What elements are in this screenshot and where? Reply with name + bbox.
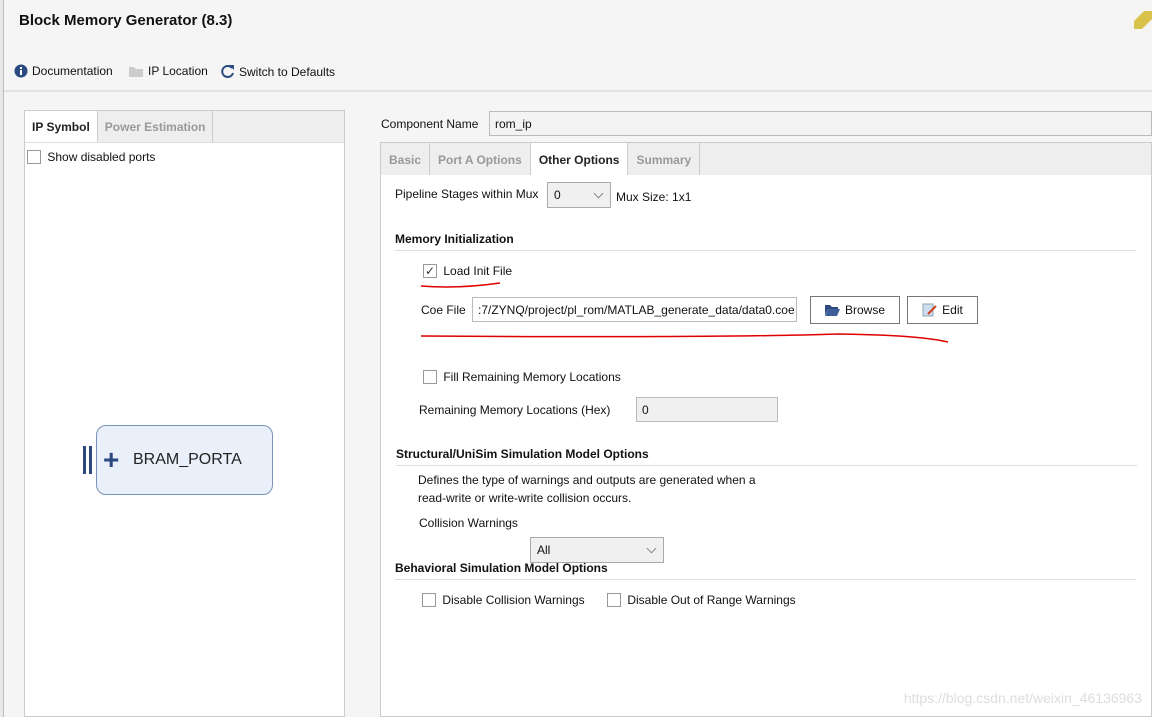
folder-icon — [129, 67, 143, 77]
switch-defaults-label: Switch to Defaults — [239, 64, 336, 79]
checkbox[interactable] — [607, 592, 621, 607]
xilinx-logo-icon — [1134, 11, 1152, 29]
window-title: Block Memory Generator (8.3) — [19, 12, 233, 29]
remaining-label: Remaining Memory Locations (Hex) — [419, 403, 611, 417]
behavioral-heading: Behavioral Simulation Model Options — [395, 561, 1136, 580]
info-icon — [14, 64, 28, 78]
checkbox[interactable] — [422, 592, 436, 607]
coe-file-input[interactable]: :7/ZYNQ/project/pl_rom/MATLAB_generate_d… — [472, 297, 797, 322]
ip-symbol-panel: IP Symbol Power Estimation Show disabled… — [24, 110, 345, 717]
background-window-edge — [0, 0, 4, 717]
component-name-label: Component Name — [381, 117, 479, 131]
edit-icon — [922, 303, 937, 317]
tab-basic[interactable]: Basic — [381, 143, 431, 175]
options-panel: Basic Port A Options Other Options Summa… — [380, 142, 1152, 717]
coe-file-label: Coe File — [421, 303, 466, 317]
tab-ip-symbol[interactable]: IP Symbol — [25, 111, 98, 142]
checkbox[interactable] — [423, 369, 437, 384]
tab-other-options[interactable]: Other Options — [530, 143, 629, 175]
documentation-button[interactable]: Documentation — [14, 64, 113, 78]
load-init-label: Load Init File — [443, 263, 513, 278]
ip-location-button[interactable]: IP Location — [128, 64, 208, 78]
pipeline-label: Pipeline Stages within Mux — [395, 187, 539, 201]
folder-open-icon — [824, 305, 840, 316]
show-disabled-ports-checkbox[interactable]: Show disabled ports — [25, 143, 344, 170]
browse-label: Browse — [844, 303, 885, 317]
tab-power-estimation[interactable]: Power Estimation — [98, 111, 214, 142]
description-line-2: read-write or write-write collision occu… — [418, 491, 632, 505]
port-bar — [83, 446, 86, 474]
tab-summary[interactable]: Summary — [628, 143, 701, 175]
divider — [4, 90, 1152, 92]
port-bar — [89, 446, 92, 474]
switch-defaults-button[interactable]: Switch to Defaults — [220, 64, 335, 79]
show-disabled-label: Show disabled ports — [47, 149, 156, 164]
browse-button[interactable]: Browse — [810, 296, 900, 324]
disable-collision-label: Disable Collision Warnings — [442, 592, 585, 607]
documentation-label: Documentation — [32, 64, 113, 78]
port-label: BRAM_PORTA — [133, 451, 242, 468]
load-init-file-checkbox[interactable]: ✓ Load Init File — [423, 263, 512, 278]
mux-size: Mux Size: 1x1 — [616, 190, 692, 204]
checkbox[interactable] — [27, 149, 41, 164]
refresh-icon — [221, 65, 234, 78]
edit-button[interactable]: Edit — [907, 296, 978, 324]
edit-label: Edit — [942, 303, 963, 317]
ip-location-label: IP Location — [148, 64, 208, 78]
disable-range-label: Disable Out of Range Warnings — [627, 592, 796, 607]
structural-heading: Structural/UniSim Simulation Model Optio… — [396, 447, 1137, 466]
plus-icon[interactable]: + — [103, 446, 119, 474]
fill-remaining-checkbox[interactable]: Fill Remaining Memory Locations — [423, 369, 621, 384]
checkmark-icon[interactable]: ✓ — [423, 263, 437, 278]
collision-warnings-label: Collision Warnings — [419, 516, 518, 530]
disable-collision-checkbox[interactable]: Disable Collision Warnings — [422, 592, 585, 607]
bram-porta-interface[interactable]: + BRAM_PORTA — [96, 425, 273, 495]
disable-range-checkbox[interactable]: Disable Out of Range Warnings — [607, 592, 796, 607]
watermark: https://blog.csdn.net/weixin_46136963 — [903, 690, 1142, 706]
collision-warnings-select[interactable]: All — [530, 537, 664, 563]
component-name-input[interactable]: rom_ip — [489, 111, 1152, 136]
pipeline-select[interactable]: 0 — [547, 182, 611, 208]
memory-initialization-heading: Memory Initialization — [395, 232, 1136, 251]
remaining-input[interactable]: 0 — [636, 397, 778, 422]
fill-remaining-label: Fill Remaining Memory Locations — [443, 369, 621, 384]
tab-port-a-options[interactable]: Port A Options — [430, 143, 531, 175]
description-line-1: Defines the type of warnings and outputs… — [418, 473, 756, 487]
